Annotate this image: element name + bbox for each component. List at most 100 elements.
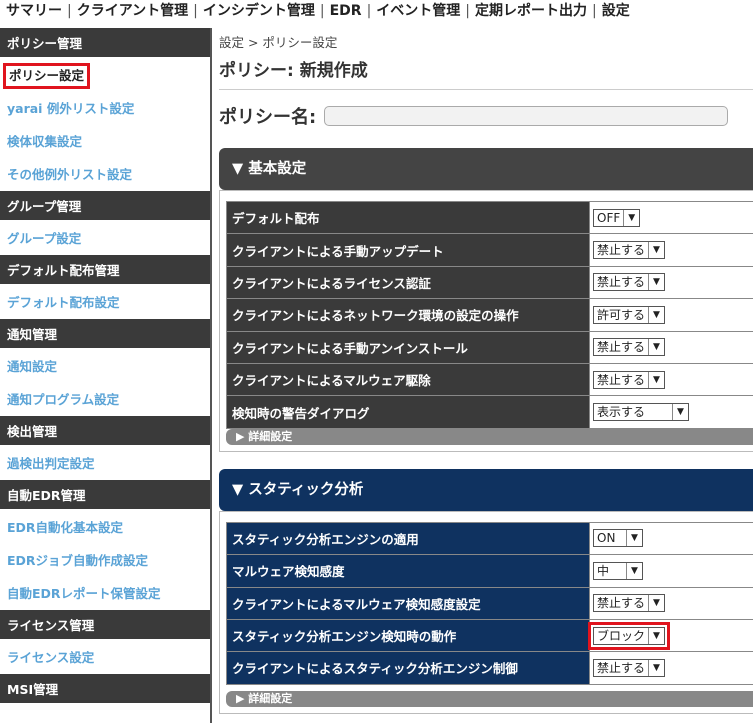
- setting-value-cell: 禁止する ▼: [589, 233, 753, 267]
- setting-value-cell: 表示する ▼: [589, 395, 753, 429]
- nav-incident-management[interactable]: インシデント管理: [203, 3, 315, 19]
- nav-client-management[interactable]: クライアント管理: [77, 3, 188, 19]
- page-title: ポリシー: 新規作成: [219, 52, 753, 90]
- nav-scheduled-report[interactable]: 定期レポート出力: [475, 3, 587, 19]
- setting-value-cell: 禁止する ▼: [589, 586, 753, 620]
- setting-value-cell: OFF ▼: [589, 200, 753, 235]
- nav-separator: |: [193, 3, 198, 19]
- nav-separator: |: [592, 3, 597, 19]
- sidebar-item-other-exception[interactable]: その他例外リスト設定: [0, 158, 210, 191]
- chevron-down-icon: ▼: [648, 627, 664, 644]
- static-analysis-body: スタティック分析エンジンの適用 ON ▼ マルウェア検知感度 中 ▼ クライアントに…: [219, 510, 753, 714]
- setting-value-cell: 許可する ▼: [589, 298, 753, 332]
- setting-label: 検知時の警告ダイアログ: [226, 395, 590, 429]
- basic-settings-table: デフォルト配布 OFF ▼ クライアントによる手動アップデート 禁止する ▼ クライ…: [226, 200, 753, 429]
- table-row: クライアントによるマルウェア駆除 禁止する ▼: [226, 362, 753, 397]
- client-sensitivity-select[interactable]: 禁止する ▼: [593, 594, 666, 613]
- basic-settings-body: デフォルト配布 OFF ▼ クライアントによる手動アップデート 禁止する ▼ クライ…: [219, 190, 753, 452]
- sidebar-header-policy: ポリシー管理: [0, 28, 210, 59]
- nav-event-management[interactable]: イベント管理: [376, 3, 460, 19]
- sidebar-header-default-dist: デフォルト配布管理: [0, 255, 210, 286]
- table-row: デフォルト配布 OFF ▼: [226, 200, 753, 235]
- policy-name-input[interactable]: [324, 106, 729, 126]
- table-row: クライアントによるマルウェア検知感度設定 禁止する ▼: [226, 586, 753, 620]
- nav-edr[interactable]: EDR: [330, 3, 362, 19]
- static-analysis-header[interactable]: ▼ スタティック分析: [219, 468, 753, 511]
- nav-separator: |: [319, 3, 325, 19]
- select-value: 許可する: [597, 307, 646, 322]
- table-row: スタティック分析エンジン検知時の動作 ブロック ▼: [226, 618, 753, 653]
- static-analysis-section: ▼ スタティック分析 スタティック分析エンジンの適用 ON ▼ マルウェア検知感度…: [219, 468, 753, 714]
- sidebar-item-edr-job-auto[interactable]: EDRジョブ自動作成設定: [0, 544, 210, 577]
- sidebar-item-label: ポリシー設定: [3, 63, 91, 89]
- chevron-down-icon: ▼: [626, 562, 642, 579]
- select-value: 禁止する: [597, 372, 646, 387]
- sidebar-divider: [210, 28, 212, 723]
- chevron-down-icon: ▼: [648, 659, 664, 676]
- sidebar-item-default-dist-settings[interactable]: デフォルト配布設定: [0, 286, 210, 319]
- static-analysis-table: スタティック分析エンジンの適用 ON ▼ マルウェア検知感度 中 ▼ クライアントに…: [226, 521, 753, 685]
- chevron-down-icon: ▼: [623, 209, 639, 226]
- sidebar-item-false-positive[interactable]: 過検出判定設定: [0, 447, 210, 480]
- manual-uninstall-select[interactable]: 禁止する ▼: [593, 338, 666, 357]
- setting-label: クライアントによるマルウェア駆除: [226, 362, 590, 397]
- select-value: 表示する: [597, 405, 646, 420]
- sidebar-item-group-settings[interactable]: グループ設定: [0, 222, 210, 255]
- select-value: 禁止する: [597, 660, 646, 675]
- table-row: クライアントによるスタティック分析エンジン制御 禁止する ▼: [226, 651, 753, 685]
- sidebar-item-yarai-exception[interactable]: yarai 例外リスト設定: [0, 92, 210, 125]
- table-row: 検知時の警告ダイアログ 表示する ▼: [226, 395, 753, 429]
- main-content: 設定 > ポリシー設定 ポリシー: 新規作成 ポリシー名: ▼ 基本設定 デフォ…: [219, 28, 753, 714]
- setting-label: クライアントによるネットワーク環境の設定の操作: [226, 298, 590, 332]
- setting-value-cell: ON ▼: [589, 521, 753, 556]
- malware-removal-select[interactable]: 禁止する ▼: [593, 370, 666, 389]
- table-row: クライアントによる手動アンインストール 禁止する ▼: [226, 330, 753, 364]
- setting-label: マルウェア検知感度: [226, 554, 590, 588]
- default-distribution-select[interactable]: OFF ▼: [593, 208, 641, 227]
- warning-dialog-select[interactable]: 表示する ▼: [593, 403, 689, 422]
- table-row: マルウェア検知感度 中 ▼: [226, 554, 753, 588]
- manual-update-select[interactable]: 禁止する ▼: [593, 241, 666, 260]
- sidebar: ポリシー管理 ポリシー設定 yarai 例外リスト設定 検体収集設定 その他例外…: [0, 28, 210, 723]
- static-engine-apply-select[interactable]: ON ▼: [593, 529, 643, 548]
- select-value: 禁止する: [597, 596, 646, 611]
- sidebar-header-auto-edr: 自動EDR管理: [0, 480, 210, 511]
- table-row: クライアントによる手動アップデート 禁止する ▼: [226, 233, 753, 267]
- chevron-down-icon: ▼: [626, 530, 642, 547]
- license-auth-select[interactable]: 禁止する ▼: [593, 273, 666, 292]
- sidebar-item-edr-auto-basic[interactable]: EDR自動化基本設定: [0, 511, 210, 544]
- setting-label: スタティック分析エンジン検知時の動作: [226, 618, 590, 653]
- sidebar-item-policy-settings[interactable]: ポリシー設定: [0, 59, 210, 92]
- table-row: クライアントによるライセンス認証 禁止する ▼: [226, 265, 753, 300]
- static-advanced-settings-toggle[interactable]: ▶ 詳細設定: [226, 690, 753, 707]
- setting-value-cell: ブロック ▼: [587, 618, 753, 653]
- sidebar-item-edr-report-storage[interactable]: 自動EDRレポート保管設定: [0, 577, 210, 610]
- basic-advanced-settings-toggle[interactable]: ▶ 詳細設定: [226, 428, 753, 445]
- setting-label: クライアントによる手動アンインストール: [226, 330, 590, 364]
- network-settings-select[interactable]: 許可する ▼: [593, 305, 666, 324]
- sidebar-item-sample-collection[interactable]: 検体収集設定: [0, 125, 210, 158]
- policy-name-row: ポリシー名:: [219, 94, 753, 138]
- select-value: ブロック: [597, 628, 646, 643]
- setting-value-cell: 禁止する ▼: [589, 651, 753, 685]
- chevron-down-icon: ▼: [672, 404, 688, 421]
- sidebar-item-notification-program[interactable]: 通知プログラム設定: [0, 383, 210, 416]
- sidebar-header-detection: 検出管理: [0, 416, 210, 447]
- client-engine-control-select[interactable]: 禁止する ▼: [593, 658, 666, 677]
- nav-summary[interactable]: サマリー: [6, 3, 62, 19]
- nav-separator: |: [366, 3, 372, 19]
- setting-value-cell: 中 ▼: [589, 554, 753, 588]
- sidebar-item-license-settings[interactable]: ライセンス設定: [0, 641, 210, 674]
- nav-separator: |: [67, 3, 72, 19]
- chevron-down-icon: ▼: [648, 339, 664, 356]
- detection-action-select[interactable]: ブロック ▼: [587, 621, 671, 650]
- select-value: 禁止する: [597, 340, 646, 355]
- nav-settings[interactable]: 設定: [602, 3, 630, 19]
- sidebar-item-notification-settings[interactable]: 通知設定: [0, 350, 210, 383]
- nav-separator: |: [465, 3, 471, 19]
- basic-settings-header[interactable]: ▼ 基本設定: [219, 148, 753, 190]
- table-row: スタティック分析エンジンの適用 ON ▼: [226, 521, 753, 556]
- select-value: 禁止する: [597, 243, 646, 258]
- setting-label: クライアントによるライセンス認証: [226, 265, 590, 300]
- detection-sensitivity-select[interactable]: 中 ▼: [593, 561, 643, 580]
